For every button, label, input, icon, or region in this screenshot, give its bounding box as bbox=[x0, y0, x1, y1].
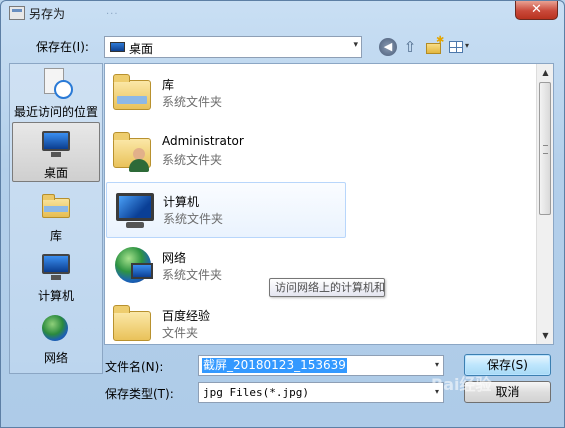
views-menu-button[interactable]: ▾ bbox=[448, 38, 474, 56]
filetype-label: 保存类型(T): bbox=[105, 387, 174, 401]
item-type: 系统文件夹 bbox=[162, 95, 223, 109]
back-button[interactable]: ◀ bbox=[379, 38, 397, 56]
chevron-down-icon: ▾ bbox=[353, 40, 358, 50]
title-bar[interactable]: 另存为 ... ✕ bbox=[1, 1, 564, 27]
list-item-administrator[interactable]: Administrator 系统文件夹 bbox=[106, 124, 346, 180]
place-libraries[interactable]: 库 bbox=[12, 192, 100, 243]
watermark: Bai经验 bbox=[431, 375, 492, 394]
vertical-scrollbar[interactable]: ▲ ▼ bbox=[536, 64, 553, 344]
folder-icon bbox=[111, 303, 155, 344]
library-folder-icon bbox=[111, 72, 155, 116]
item-name: 网络 bbox=[162, 251, 187, 265]
filetype-value: jpg Files(*.jpg) bbox=[203, 386, 309, 399]
save-in-label: 保存在(I): bbox=[36, 40, 89, 54]
file-list[interactable]: 库 系统文件夹 Administrator 系统文件夹 计算机 系统文件夹 网络… bbox=[104, 63, 554, 345]
item-name: 库 bbox=[162, 78, 175, 92]
item-type: 系统文件夹 bbox=[162, 268, 223, 282]
save-in-dropdown[interactable]: 桌面 ▾ bbox=[104, 36, 362, 58]
item-type: 系统文件夹 bbox=[163, 212, 224, 226]
desktop-icon bbox=[40, 129, 72, 159]
chevron-down-icon[interactable]: ▾ bbox=[435, 360, 439, 369]
sparkle-icon: ✱ bbox=[436, 35, 445, 46]
user-folder-icon bbox=[111, 130, 155, 174]
libraries-icon bbox=[40, 192, 72, 222]
network-icon bbox=[40, 314, 72, 344]
list-item-baidu-jingyan[interactable]: 百度经验 文件夹 bbox=[106, 297, 346, 344]
computer-icon bbox=[40, 252, 72, 282]
new-folder-button[interactable]: ✱ bbox=[425, 35, 445, 56]
place-label: 网络 bbox=[43, 351, 68, 365]
scrollbar-thumb[interactable] bbox=[539, 82, 551, 215]
place-label: 库 bbox=[49, 229, 62, 243]
scroll-down-arrow-icon[interactable]: ▼ bbox=[537, 327, 554, 344]
tooltip: 访问网络上的计算机和设备。 bbox=[269, 278, 385, 297]
item-type: 系统文件夹 bbox=[162, 153, 223, 167]
up-folder-button[interactable]: ⇧ bbox=[401, 38, 419, 56]
computer-icon bbox=[112, 189, 156, 233]
place-computer[interactable]: 计算机 bbox=[12, 252, 100, 304]
item-name: Administrator bbox=[162, 134, 244, 148]
dialog-icon bbox=[9, 6, 25, 20]
view-grid-icon bbox=[449, 41, 463, 53]
filename-label: 文件名(N): bbox=[105, 360, 164, 374]
desktop-icon bbox=[110, 42, 125, 52]
save-in-value: 桌面 bbox=[129, 42, 154, 56]
item-type: 文件夹 bbox=[162, 326, 199, 340]
place-recent[interactable]: 最近访问的位置 bbox=[12, 68, 100, 120]
item-name: 百度经验 bbox=[162, 309, 211, 323]
filename-value: 截屏_20180123_153639 bbox=[202, 358, 347, 373]
close-button[interactable]: ✕ bbox=[515, 1, 558, 20]
background-title-text: ... bbox=[106, 6, 119, 17]
place-label: 桌面 bbox=[43, 166, 68, 180]
list-item-libraries[interactable]: 库 系统文件夹 bbox=[106, 66, 346, 122]
network-icon bbox=[111, 245, 155, 289]
save-as-dialog: 另存为 ... ✕ 保存在(I): 桌面 ▾ ◀ ⇧ ✱ ▾ 最近访问的位置 桌… bbox=[0, 0, 565, 428]
item-name: 计算机 bbox=[163, 195, 200, 209]
place-label: 计算机 bbox=[37, 289, 74, 303]
window-title: 另存为 bbox=[29, 7, 66, 21]
recent-places-icon bbox=[40, 68, 73, 99]
scroll-up-arrow-icon[interactable]: ▲ bbox=[537, 64, 554, 81]
place-network[interactable]: 网络 bbox=[12, 314, 100, 366]
filetype-dropdown[interactable]: jpg Files(*.jpg) ▾ bbox=[198, 382, 444, 403]
place-label: 最近访问的位置 bbox=[13, 105, 98, 119]
filename-field[interactable]: 截屏_20180123_153639 ▾ bbox=[198, 355, 444, 376]
places-bar: 最近访问的位置 桌面 库 计算机 网络 bbox=[9, 63, 103, 374]
place-desktop[interactable]: 桌面 bbox=[12, 122, 100, 182]
list-item-computer[interactable]: 计算机 系统文件夹 bbox=[106, 182, 346, 238]
chevron-down-icon: ▾ bbox=[465, 41, 470, 50]
